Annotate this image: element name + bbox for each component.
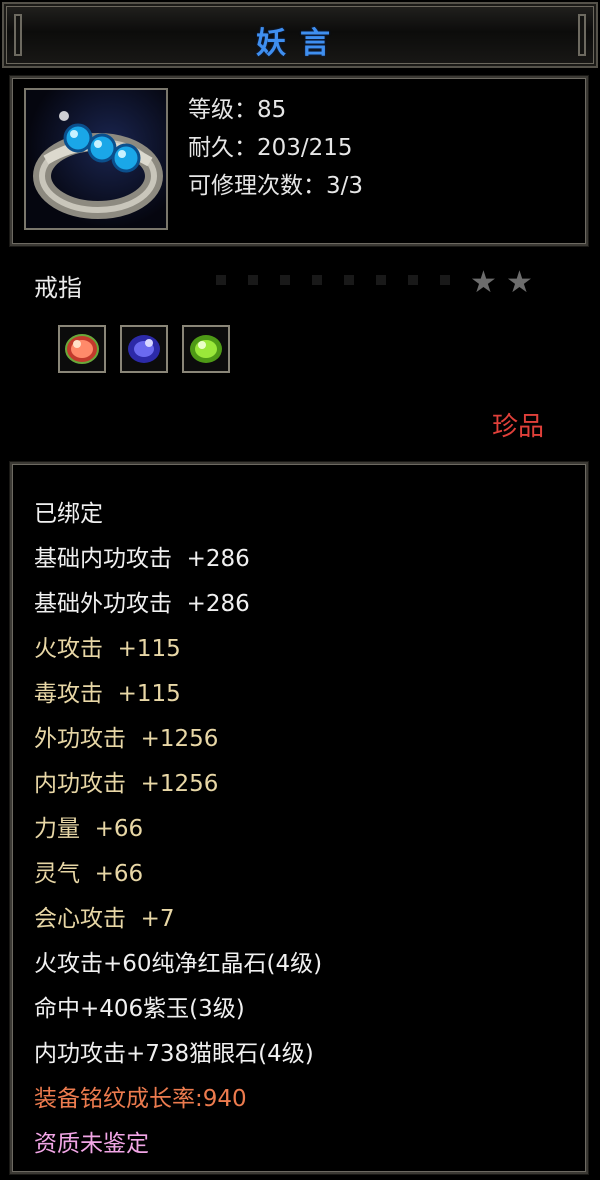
- attribute-line: 基础内功攻击 +286: [34, 546, 250, 572]
- attribute-line: 力量 +66: [34, 816, 144, 842]
- green-gem-icon: [190, 335, 222, 363]
- item-type: 戒指: [34, 274, 82, 302]
- faded-star-track: [216, 275, 464, 285]
- durability-stat: 耐久：203/215: [188, 135, 353, 161]
- attribute-line: 基础外功攻击 +286: [34, 591, 250, 617]
- attribute-line: 装备铭纹成长率:940: [34, 1086, 247, 1112]
- attribute-line: 灵气 +66: [34, 861, 144, 887]
- attribute-line: 已绑定: [34, 501, 103, 527]
- attribute-line: 内功攻击+738猫眼石(4级): [34, 1041, 314, 1067]
- attribute-line: 火攻击+60纯净红晶石(4级): [34, 951, 323, 977]
- jeweled-ring-icon[interactable]: [24, 88, 168, 230]
- level-stat: 等级：85: [188, 97, 287, 123]
- attribute-line: 会心攻击 +7: [34, 906, 175, 932]
- attribute-line: 内功攻击 +1256: [34, 771, 219, 797]
- attribute-line: 外功攻击 +1256: [34, 726, 219, 752]
- star-icon: ★: [506, 265, 533, 300]
- red-gem-icon: [65, 334, 99, 364]
- attribute-line: 火攻击 +115: [34, 636, 181, 662]
- title-bar: 妖言: [2, 2, 598, 68]
- rarity-label: 珍品: [492, 412, 545, 442]
- attribute-line: 资质未鉴定: [34, 1131, 149, 1157]
- attribute-line: 毒攻击 +115: [34, 681, 181, 707]
- purple-gem-icon: [128, 335, 160, 363]
- star-icon: ★: [470, 265, 497, 300]
- gem-slot-1[interactable]: [58, 325, 106, 373]
- gem-slot-2[interactable]: [120, 325, 168, 373]
- item-name: 妖言: [256, 26, 344, 61]
- repair-count-stat: 可修理次数：3/3: [188, 173, 364, 199]
- item-summary-panel: 等级：85 耐久：203/215 可修理次数：3/3: [10, 76, 588, 246]
- gem-slot-3[interactable]: [182, 325, 230, 373]
- attribute-line: 命中+406紫玉(3级): [34, 996, 245, 1022]
